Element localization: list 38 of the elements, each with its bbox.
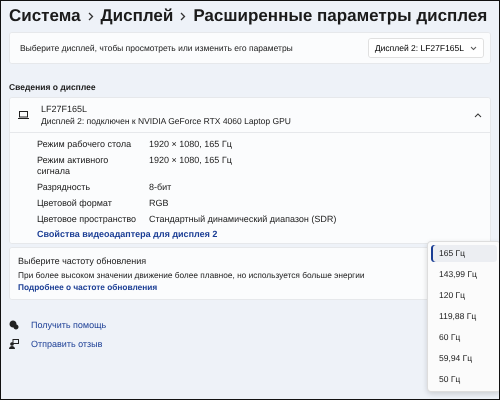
menu-item[interactable]: 119,88 Гц (431, 308, 497, 325)
menu-item[interactable]: 165 Гц (431, 245, 497, 262)
property-value: RGB (149, 198, 170, 209)
refresh-rate-description: При более высоком значении движение более плавное, но используется больше энергии Подробнее о частоте обновления (18, 269, 366, 293)
collapse-icon[interactable] (474, 112, 482, 118)
menu-item[interactable]: 50 Гц (431, 371, 497, 388)
property-value: 8-бит (149, 182, 172, 193)
display-dropdown[interactable]: Дисплей 2: LF27F165L (368, 38, 484, 58)
breadcrumb-link[interactable]: Система (9, 6, 81, 26)
property-label: Цветовое пространство (37, 214, 137, 225)
property-label: Цветовой формат (37, 198, 113, 209)
footer-link[interactable]: Получить помощь (31, 320, 106, 330)
laptop-icon (18, 111, 29, 119)
property-label: Режим рабочего стола (37, 139, 132, 150)
property-value: 1920 × 1080, 165 Гц (149, 155, 233, 167)
feedback-icon (9, 339, 19, 349)
property-value: Стандартный динамический диапазон (SDR) (149, 214, 338, 225)
property-value: 1920 × 1080, 165 Гц (149, 139, 233, 150)
menu-item[interactable]: 120 Гц (431, 287, 497, 304)
help-chat-icon (9, 320, 19, 330)
chevron-icon (88, 12, 94, 20)
display-description: Дисплей 2: подключен к NVIDIA GeForce RTX 4060 Laptop GPU (41, 116, 291, 126)
property-label: Режим активного сигнала (37, 155, 110, 177)
adapter-properties-link[interactable]: Свойства видеоадаптера для дисплея 2 (37, 229, 218, 239)
refresh-rate-title: Выберите частоту обновления (18, 256, 146, 266)
menu-item[interactable]: 60 Гц (431, 329, 497, 346)
learn-more-link[interactable]: Подробнее о частоте обновления (18, 282, 158, 292)
display-select-label: Выберите дисплей, чтобы просмотреть или изменить его параметры (20, 43, 293, 53)
caret-icon (470, 46, 477, 50)
property-label: Разрядность (37, 182, 92, 193)
menu-item[interactable]: 143,99 Гц (431, 266, 497, 283)
footer-link[interactable]: Отправить отзыв (31, 339, 102, 349)
section-title: Сведения о дисплее (9, 82, 97, 92)
display-name: LF27F165L (41, 104, 88, 114)
menu-item[interactable]: 59,94 Гц (431, 350, 497, 367)
page-title: Расширенные параметры дисплея (193, 6, 488, 26)
breadcrumb-link[interactable]: Дисплей (100, 6, 174, 26)
chevron-icon (180, 12, 186, 20)
